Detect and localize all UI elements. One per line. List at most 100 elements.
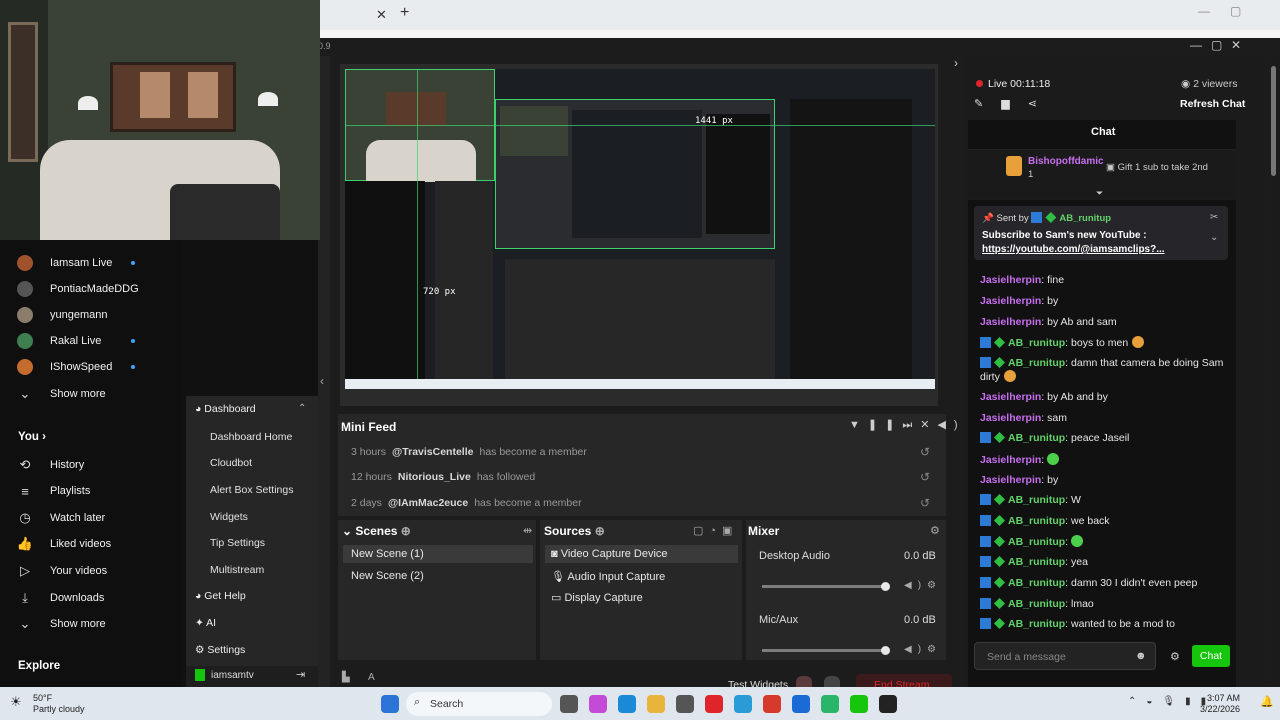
- se-settings[interactable]: ⚙ Settings: [195, 644, 245, 656]
- filter-icon[interactable]: ▼: [849, 419, 868, 431]
- chevron-up-icon[interactable]: ⌃: [298, 403, 306, 414]
- add-scene-icon[interactable]: ⊕: [401, 524, 411, 538]
- chart-icon[interactable]: ▙: [342, 672, 350, 683]
- chat-username[interactable]: Jasielherpin: [980, 316, 1041, 328]
- ai-icon[interactable]: A: [368, 672, 375, 683]
- volume-icon[interactable]: ◀): [937, 419, 965, 431]
- se-get-help[interactable]: ◕ Get Help: [195, 590, 246, 602]
- chat-username[interactable]: Jasielherpin: [980, 295, 1041, 307]
- share-icon[interactable]: ⋖: [1028, 98, 1055, 110]
- chevron-down-icon[interactable]: ⏷: [1096, 188, 1103, 199]
- pinned-link[interactable]: https://youtube.com/@iamsamclips?...: [982, 244, 1165, 255]
- nav-downloads[interactable]: ⤓ Downloads: [0, 585, 182, 611]
- scene-item[interactable]: New Scene (2): [351, 570, 424, 582]
- mute-gear-icons[interactable]: ◀)⚙: [904, 644, 942, 655]
- chat-username[interactable]: AB_runitup: [1008, 494, 1065, 506]
- mixer-settings-icon[interactable]: ⚙: [930, 524, 940, 537]
- notification-icon[interactable]: 🔔: [1260, 695, 1274, 708]
- pause-icon[interactable]: ❚❚: [868, 419, 902, 431]
- se-dashboard-home[interactable]: Dashboard Home: [210, 431, 292, 443]
- pause-stream-icon[interactable]: [824, 676, 840, 687]
- obs-close-icon[interactable]: ✕: [1231, 38, 1241, 52]
- se-alert-box-settings[interactable]: Alert Box Settings: [210, 484, 293, 496]
- show-more-subs-button[interactable]: ⌄ Show more: [0, 381, 182, 407]
- skip-icon[interactable]: ⏭: [902, 419, 920, 431]
- minimize-icon[interactable]: —: [1198, 4, 1210, 18]
- volume-slider[interactable]: [762, 649, 888, 652]
- start-icon[interactable]: [381, 695, 399, 713]
- chat-username[interactable]: AB_runitup: [1008, 432, 1065, 444]
- scene-transition-icon[interactable]: ⇹: [523, 524, 532, 537]
- file-explorer-icon[interactable]: [647, 695, 665, 713]
- dashboard-toggle[interactable]: ◕ Dashboard: [195, 403, 256, 415]
- you-section-link[interactable]: You ›: [18, 431, 46, 443]
- slider-knob[interactable]: [881, 646, 890, 655]
- preview-display-source[interactable]: [495, 99, 775, 249]
- chat-username[interactable]: AB_runitup: [1008, 357, 1065, 369]
- edge-icon[interactable]: [618, 695, 636, 713]
- kick-icon[interactable]: [850, 695, 868, 713]
- brave-icon[interactable]: [763, 695, 781, 713]
- clip-icon[interactable]: ▆: [1001, 98, 1027, 110]
- chat-input[interactable]: Send a message ☻: [974, 642, 1156, 670]
- source-item[interactable]: ◙ Video Capture Device: [551, 548, 668, 560]
- nav-watch-later[interactable]: ◷ Watch later: [0, 505, 182, 531]
- nav-history[interactable]: ⟲ History: [0, 452, 182, 478]
- se-cloudbot[interactable]: Cloudbot: [210, 457, 252, 469]
- maximize-icon[interactable]: ▢: [1230, 4, 1241, 18]
- volume-slider[interactable]: [762, 585, 888, 588]
- chrome-icon[interactable]: [734, 695, 752, 713]
- sub-item-ishowspeed[interactable]: IShowSpeed: [0, 354, 182, 380]
- chat-username[interactable]: AB_runitup: [1008, 618, 1065, 630]
- collapse-left-icon[interactable]: ‹: [320, 374, 324, 388]
- chat-username[interactable]: Jasielherpin: [980, 391, 1041, 403]
- copilot-icon[interactable]: [589, 695, 607, 713]
- new-tab-button[interactable]: +: [400, 4, 409, 22]
- se-tip-settings[interactable]: Tip Settings: [210, 537, 265, 549]
- sub-item-pontiacmadeddg[interactable]: PontiacMadeDDG: [0, 276, 182, 302]
- mute-gear-icons[interactable]: ◀)⚙: [904, 580, 942, 591]
- nav-playlists[interactable]: ≡ Playlists: [0, 478, 182, 504]
- show-more-you-button[interactable]: ⌄ Show more: [0, 611, 182, 637]
- source-toolbar-icons[interactable]: ▢◔▣: [693, 524, 738, 537]
- chat-username[interactable]: AB_runitup: [1008, 556, 1065, 568]
- chat-username[interactable]: AB_runitup: [1008, 337, 1065, 349]
- scrollbar[interactable]: [1268, 56, 1280, 687]
- app-icon[interactable]: [705, 695, 723, 713]
- sub-item-iamsam-live[interactable]: Iamsam Live: [0, 250, 182, 276]
- sub-item-yungemann[interactable]: yungemann: [0, 302, 182, 328]
- send-chat-button[interactable]: Chat: [1192, 645, 1230, 667]
- obs-minimize-icon[interactable]: —: [1190, 38, 1202, 52]
- source-item[interactable]: ▭ Display Capture: [551, 591, 643, 604]
- scene-item[interactable]: New Scene (1): [351, 548, 424, 560]
- obs-maximize-icon[interactable]: ▢: [1211, 38, 1222, 52]
- sub-item-rakal-live[interactable]: Rakal Live: [0, 328, 182, 354]
- chat-username[interactable]: Jasielherpin: [980, 454, 1041, 466]
- nav-liked-videos[interactable]: 👍 Liked videos: [0, 531, 182, 557]
- source-item[interactable]: 🎙 Audio Input Capture: [551, 570, 665, 583]
- chat-settings-icon[interactable]: ⚙: [1170, 650, 1180, 663]
- se-multistream[interactable]: Multistream: [210, 564, 264, 576]
- chat-username[interactable]: Jasielherpin: [980, 412, 1041, 424]
- replay-icon[interactable]: ↺: [920, 496, 930, 510]
- pencil-icon[interactable]: ✎: [974, 98, 1001, 110]
- chat-username[interactable]: AB_runitup: [1008, 515, 1065, 527]
- store-icon[interactable]: [676, 695, 694, 713]
- refresh-chat-button[interactable]: Refresh Chat: [1180, 98, 1245, 110]
- record-icon[interactable]: [796, 676, 812, 687]
- nav-your-videos[interactable]: ▷ Your videos: [0, 558, 182, 584]
- replay-icon[interactable]: ↺: [920, 445, 930, 459]
- chat-username[interactable]: AB_runitup: [1008, 598, 1065, 610]
- app-icon-2[interactable]: [821, 695, 839, 713]
- collapse-right-icon[interactable]: ›: [954, 56, 958, 70]
- outlook-icon[interactable]: [792, 695, 810, 713]
- slider-knob[interactable]: [881, 582, 890, 591]
- logout-icon[interactable]: ⇥: [296, 668, 305, 681]
- close-tab-button[interactable]: ✕: [376, 7, 387, 23]
- taskbar-search[interactable]: ⌕ Search: [406, 692, 552, 716]
- task-view-icon[interactable]: [560, 695, 578, 713]
- chevron-down-icon[interactable]: ⌄: [1210, 232, 1218, 243]
- emoji-icon[interactable]: ☻: [1135, 650, 1147, 662]
- replay-icon[interactable]: ↺: [920, 470, 930, 484]
- se-widgets[interactable]: Widgets: [210, 511, 248, 523]
